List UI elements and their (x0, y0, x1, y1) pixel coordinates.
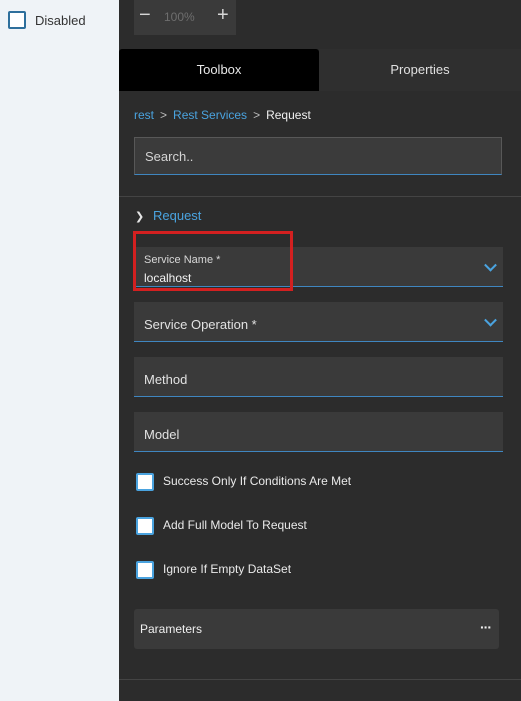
method-label: Method (144, 372, 188, 387)
breadcrumb-request: Request (266, 108, 311, 122)
disabled-label: Disabled (35, 13, 86, 28)
disabled-checkbox[interactable] (8, 11, 26, 29)
chevron-down-icon (484, 258, 497, 272)
checkbox-box[interactable] (136, 517, 154, 535)
model-label: Model (144, 427, 180, 442)
breadcrumb: rest > Rest Services > Request (134, 108, 311, 122)
panel-tabs: Toolbox Properties (119, 49, 521, 91)
model-field[interactable]: Model (134, 412, 503, 452)
more-options-icon[interactable]: ··· (480, 619, 492, 635)
breadcrumb-rest-services[interactable]: Rest Services (173, 108, 247, 122)
method-field[interactable]: Method (134, 357, 503, 397)
breadcrumb-rest[interactable]: rest (134, 108, 154, 122)
breadcrumb-separator: > (253, 108, 261, 122)
breadcrumb-separator: > (160, 108, 168, 122)
chevron-down-icon: ❯ (135, 211, 145, 223)
properties-panel: − 100% + Toolbox Properties rest > Rest Se… (119, 0, 521, 701)
parameters-label: Parameters (140, 622, 203, 636)
chevron-down-icon (484, 313, 497, 327)
checkbox-label: Add Full Model To Request (163, 518, 307, 532)
section-title: Request (153, 208, 202, 223)
service-name-value: localhost (144, 271, 192, 285)
search-box (134, 137, 502, 175)
tab-toolbox[interactable]: Toolbox (119, 49, 319, 91)
checkbox-box[interactable] (136, 561, 154, 579)
search-input[interactable] (135, 138, 501, 174)
service-operation-label: Service Operation * (144, 317, 257, 332)
zoom-level: 100% (164, 10, 195, 24)
service-operation-select[interactable]: Service Operation * (134, 302, 503, 342)
section-request-toggle[interactable]: ❯ Request (135, 208, 201, 223)
checkbox-label: Ignore If Empty DataSet (163, 562, 292, 576)
left-pane: Disabled (0, 0, 119, 701)
service-name-label: Service Name * (144, 254, 221, 266)
divider (119, 679, 521, 680)
zoom-out-button[interactable]: − (139, 5, 151, 25)
tab-properties[interactable]: Properties (319, 49, 521, 91)
parameters-row[interactable]: Parameters ··· (134, 609, 499, 649)
zoom-in-button[interactable]: + (217, 5, 229, 25)
zoom-control: − 100% + (134, 0, 236, 35)
service-name-select[interactable]: Service Name * localhost (134, 247, 503, 287)
divider (119, 196, 521, 197)
checkbox-box[interactable] (136, 473, 154, 491)
checkbox-label: Success Only If Conditions Are Met (163, 474, 352, 488)
